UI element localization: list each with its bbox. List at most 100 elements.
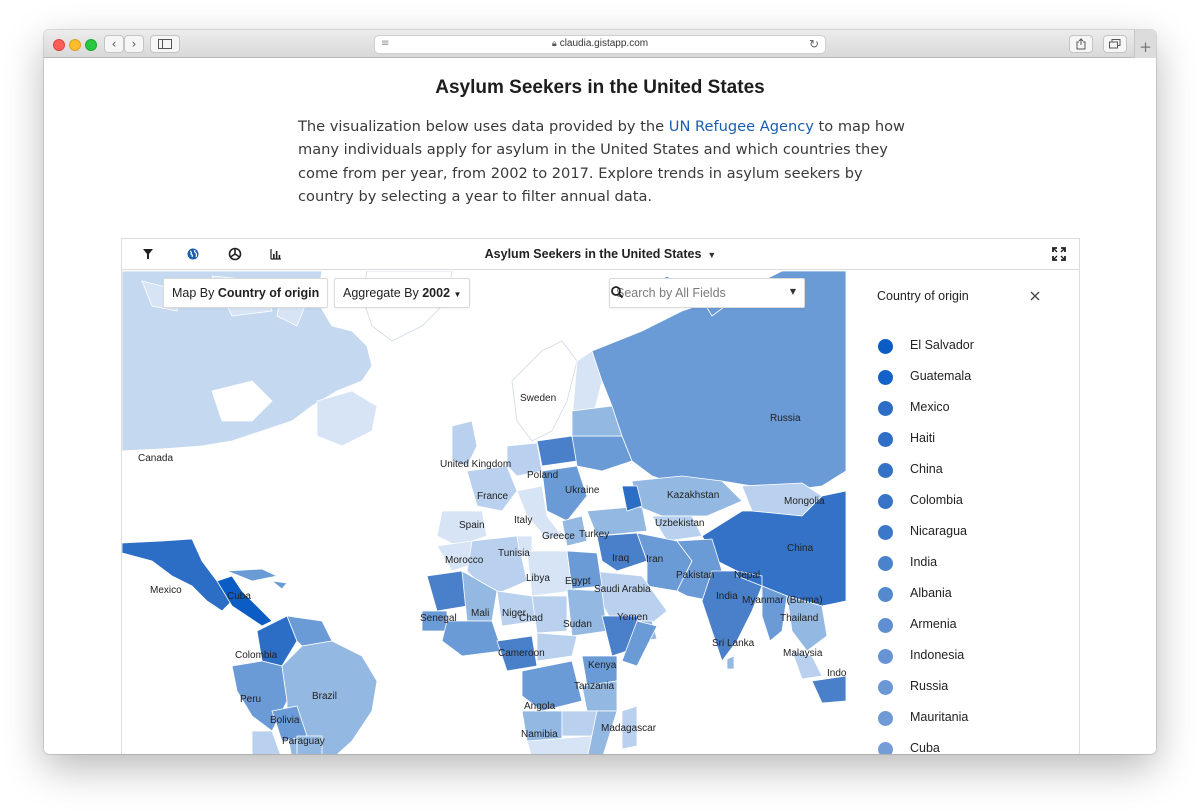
legend-color-dot — [878, 463, 893, 478]
country-label: Cuba — [227, 591, 251, 602]
search-input[interactable] — [616, 283, 756, 303]
country-label: Malaysia — [783, 648, 823, 659]
chevron-right-icon: › — [131, 37, 137, 51]
country-label: Madagascar — [601, 723, 657, 734]
legend-color-dot — [878, 711, 893, 726]
sidebar-toggle-button[interactable] — [150, 35, 180, 53]
un-refugee-agency-link[interactable]: UN Refugee Agency — [669, 118, 814, 135]
share-icon — [1076, 38, 1086, 50]
country-label: United Kingdom — [440, 459, 511, 470]
legend-label: Albania — [910, 586, 952, 600]
new-tab-button[interactable]: + — [1134, 30, 1156, 58]
region-poland — [536, 435, 578, 467]
legend-title: Country of origin — [877, 289, 969, 303]
country-label: Cameroon — [498, 648, 545, 659]
forward-button[interactable]: › — [124, 35, 144, 53]
lock-icon: 🔒︎ — [551, 38, 557, 48]
country-label: Canada — [138, 453, 173, 464]
legend-color-dot — [878, 370, 893, 385]
tabs-overview-button[interactable] — [1103, 35, 1127, 53]
country-label: Ukraine — [565, 485, 600, 496]
region-indonesia — [811, 675, 846, 704]
map-by-dropdown[interactable]: Map By Country of origin — [163, 278, 329, 308]
close-icon[interactable] — [1028, 289, 1042, 303]
region-chile-argentina — [251, 730, 281, 754]
search-field[interactable]: ▼ — [609, 278, 805, 308]
country-label: Peru — [240, 694, 261, 705]
address-bar[interactable]: ≡ 🔒︎ claudia.gistapp.com ↻ — [374, 35, 826, 54]
country-label: Senegal — [420, 613, 457, 624]
country-label: Pakistan — [676, 570, 714, 581]
legend-label: Indonesia — [910, 648, 965, 662]
search-icon[interactable] — [610, 285, 624, 299]
legend-label: Mexico — [910, 400, 950, 414]
legend-label: China — [910, 462, 943, 476]
visualization-toolbar: Asylum Seekers in the United States ▼ — [122, 239, 1079, 270]
country-label: China — [787, 543, 814, 554]
region-sri-lanka — [726, 655, 735, 670]
region-west-africa — [441, 620, 503, 657]
region-mauritania — [426, 570, 468, 612]
legend-color-dot — [878, 742, 893, 754]
country-label: Bolivia — [270, 715, 300, 726]
legend-label: El Salvador — [910, 338, 974, 352]
legend-label: India — [910, 555, 938, 569]
country-label: Egypt — [565, 576, 591, 587]
legend-color-dot — [878, 587, 893, 602]
country-label: Spain — [459, 520, 485, 531]
country-label: Saudi Arabia — [594, 584, 651, 595]
legend-color-dot — [878, 618, 893, 633]
country-label: Kenya — [588, 660, 617, 671]
caret-down-icon: ▼ — [453, 290, 462, 299]
country-label: Namibia — [521, 729, 558, 740]
country-label: Kazakhstan — [667, 490, 719, 501]
back-button[interactable]: ‹ — [104, 35, 124, 53]
url-text: claudia.gistapp.com — [559, 38, 649, 49]
region-zambia — [561, 710, 598, 737]
country-label: Tanzania — [574, 681, 614, 692]
zoom-window-button[interactable] — [85, 39, 97, 51]
country-label: Myanmar (Burma) — [742, 595, 823, 606]
country-label: Iraq — [612, 553, 629, 564]
chevron-left-icon: ‹ — [111, 37, 117, 51]
aggregate-by-value: 2002 — [422, 286, 451, 300]
country-label: Poland — [527, 470, 558, 481]
legend-label: Mauritania — [910, 710, 969, 724]
expand-icon[interactable] — [1050, 245, 1068, 263]
country-label: Iran — [646, 554, 663, 565]
legend-label: Russia — [910, 679, 949, 693]
country-label: Italy — [514, 515, 532, 526]
aggregate-by-dropdown[interactable]: Aggregate By 2002 ▼ — [334, 278, 471, 308]
country-label: Angola — [524, 701, 556, 712]
country-label: Thailand — [780, 613, 818, 624]
legend-label: Nicaragua — [910, 524, 967, 538]
aggregate-by-prefix: Aggregate By — [343, 286, 419, 300]
legend-color-dot — [878, 401, 893, 416]
country-label: Libya — [526, 573, 550, 584]
world-map[interactable]: Canada Sweden Russia United Kingdom Poland Uk… — [122, 271, 846, 754]
country-label: Nepal — [734, 570, 760, 581]
legend-color-dot — [878, 432, 893, 447]
country-label: Paraguay — [282, 736, 325, 747]
country-label: Turkey — [579, 529, 609, 540]
region-scandinavia — [511, 340, 578, 442]
intro-paragraph: The visualization below uses data provid… — [298, 115, 908, 208]
legend-color-dot — [878, 680, 893, 695]
minimize-window-button[interactable] — [69, 39, 81, 51]
page-title: Asylum Seekers in the United States — [435, 77, 765, 98]
visualization-title: Asylum Seekers in the United States — [484, 247, 702, 261]
sidebar-icon — [158, 39, 172, 49]
visualization-panel: Asylum Seekers in the United States ▼ Ca… — [121, 238, 1080, 754]
country-label: France — [477, 491, 509, 502]
share-button[interactable] — [1069, 35, 1093, 53]
visualization-title-dropdown[interactable]: Asylum Seekers in the United States ▼ — [122, 247, 1079, 261]
country-label: Sweden — [520, 393, 556, 404]
reload-icon[interactable]: ↻ — [809, 37, 819, 51]
close-window-button[interactable] — [53, 39, 65, 51]
region-france — [466, 465, 518, 512]
country-label: Colombia — [235, 650, 278, 661]
country-label: Greece — [542, 531, 575, 542]
country-label: India — [716, 591, 738, 602]
browser-toolbar: ‹ › ≡ 🔒︎ claudia.gistapp.com ↻ + — [44, 30, 1156, 58]
legend-label: Guatemala — [910, 369, 972, 383]
